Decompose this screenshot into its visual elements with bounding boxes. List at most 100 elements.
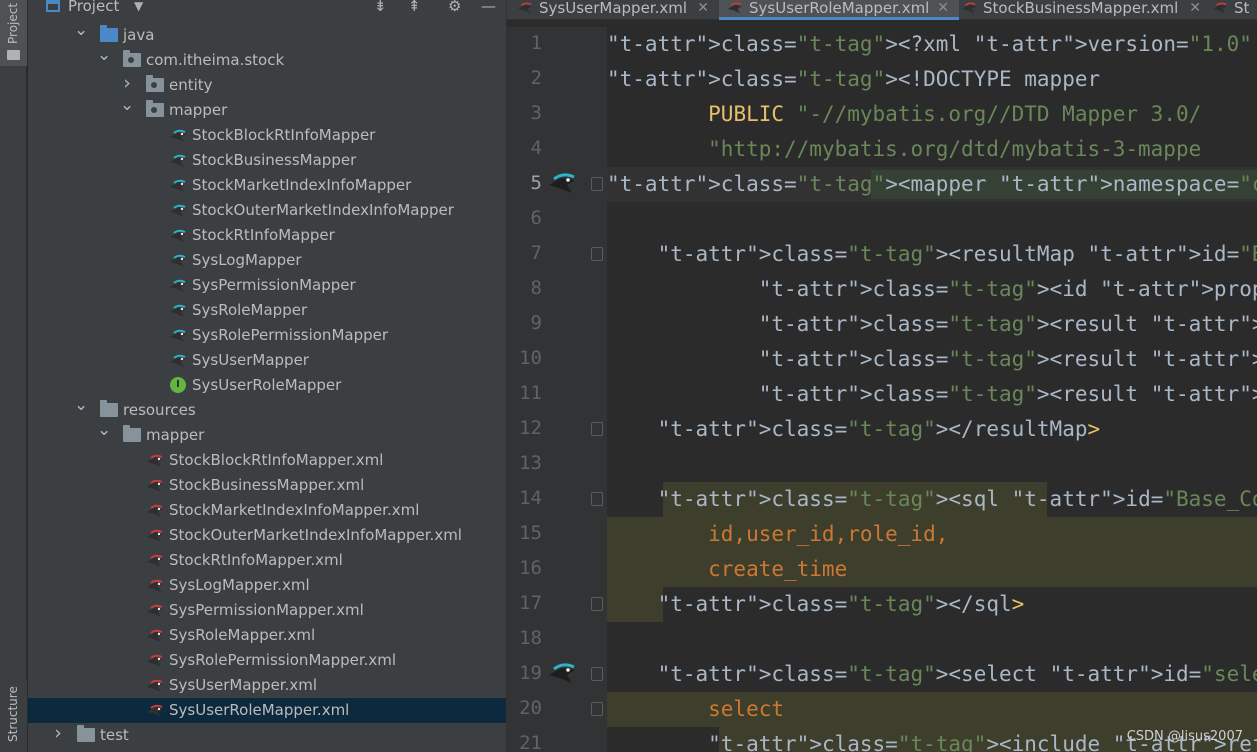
tree-item[interactable]: › entity [28, 72, 506, 98]
tree-item-label: mapper [169, 101, 228, 119]
chevron-down-icon[interactable]: ⌄ [97, 418, 111, 443]
code-line-text: "t-attr">class="t-tag"></resultMap> [657, 417, 1101, 441]
editor-tab-label: St [1234, 0, 1250, 17]
mybatis-xml-icon [146, 527, 164, 543]
close-icon[interactable]: ✕ [1189, 0, 1201, 20]
tree-item-label: SysRoleMapper.xml [169, 626, 316, 644]
tree-item[interactable]: › test [28, 721, 506, 748]
tree-item-label: com.itheima.stock [146, 51, 285, 69]
tree-item[interactable]: SysRoleMapper [28, 298, 506, 323]
fold-marker-icon[interactable] [591, 177, 603, 191]
tree-item[interactable]: StockBusinessMapper.xml [28, 473, 506, 498]
tree-item[interactable]: ⌄ mapper [28, 420, 506, 448]
project-view-selector[interactable]: Project [68, 0, 119, 15]
fold-marker-icon[interactable] [591, 247, 603, 261]
chevron-right-icon[interactable]: › [51, 721, 65, 746]
tree-item[interactable]: StockRtInfoMapper [28, 223, 506, 248]
tree-item[interactable]: StockBusinessMapper [28, 148, 506, 173]
line-number: 12 [519, 417, 542, 439]
code-line: "t-attr">class="t-tag"><resultMap "t-att… [607, 237, 1257, 272]
editor-tab-bar: SysUserMapper.xml ✕ SysUserRoleMapper.xml ✕… [507, 0, 1257, 20]
project-panel: Project ▼ ⇟ ⇞ ⚙ — ⌄ java ⌄ com.itheima.stoc… [28, 0, 506, 752]
collapse-all-icon[interactable]: ⇞ [408, 0, 421, 15]
tree-item-label: SysRolePermissionMapper.xml [169, 651, 397, 669]
editor-tab[interactable]: SysUserMapper.xml ✕ [517, 0, 715, 20]
code-line-text: "t-attr">class="t-tag"><mapper "t-attr">… [607, 172, 1257, 196]
chevron-down-icon[interactable]: ⌄ [74, 393, 88, 418]
tree-item[interactable]: StockMarketIndexInfoMapper [28, 173, 506, 198]
tree-item-label: StockRtInfoMapper [192, 226, 335, 244]
minimize-icon[interactable]: — [481, 0, 496, 15]
tree-item[interactable]: SysLogMapper.xml [28, 573, 506, 598]
tree-item[interactable]: ⌄ com.itheima.stock [28, 45, 506, 73]
tree-item[interactable]: SysRoleMapper.xml [28, 623, 506, 648]
tree-item[interactable]: StockBlockRtInfoMapper.xml [28, 448, 506, 473]
tree-item[interactable]: StockRtInfoMapper.xml [28, 548, 506, 573]
tree-item[interactable]: SysRolePermissionMapper [28, 323, 506, 348]
tree-item-label: StockOuterMarketIndexInfoMapper [192, 201, 454, 219]
project-panel-header: Project ▼ ⇟ ⇞ ⚙ — [28, 0, 506, 17]
mybatis-navigate-icon[interactable] [547, 171, 577, 195]
tree-item-label: SysUserRoleMapper [192, 376, 342, 394]
mybatis-navigate-icon[interactable] [547, 661, 577, 685]
line-number: 15 [519, 522, 542, 544]
structure-tool-tab[interactable]: Structure [0, 680, 27, 752]
line-number: 11 [519, 382, 542, 404]
mybatis-xml-icon [146, 452, 164, 468]
package-icon [146, 75, 164, 92]
tree-item[interactable]: SysPermissionMapper.xml [28, 598, 506, 623]
chevron-down-icon[interactable]: ⌄ [120, 93, 134, 118]
line-number: 18 [519, 627, 542, 649]
editor-tab[interactable]: St [1212, 0, 1257, 20]
code-line: PUBLIC "-//mybatis.org//DTD Mapper 3.0/ [607, 97, 1201, 132]
fold-marker-icon[interactable] [591, 702, 603, 716]
tree-item[interactable]: StockOuterMarketIndexInfoMapper.xml [28, 523, 506, 548]
gear-icon[interactable]: ⚙ [448, 0, 461, 15]
package-dot [151, 82, 157, 88]
tree-item-label: SysUserMapper.xml [169, 676, 318, 694]
tree-item-label: StockBlockRtInfoMapper.xml [169, 451, 384, 469]
mybatis-xml-icon [1212, 0, 1228, 14]
chevron-down-icon[interactable]: ▼ [134, 0, 143, 13]
package-dot [128, 57, 134, 63]
editor-code-area[interactable]: "t-attr">class="t-tag"><?xml "t-attr">ve… [607, 27, 1257, 752]
code-line-text: id,user_id,role_id, [607, 522, 949, 546]
tree-item-label: SysLogMapper [192, 251, 302, 269]
editor-tab[interactable]: StockBusinessMapper.xml ✕ [961, 0, 1207, 20]
code-line-text: "t-attr">class="t-tag"></sql> [657, 592, 1025, 616]
mybatis-xml-icon [146, 677, 164, 693]
editor-tab[interactable]: SysUserRoleMapper.xml ✕ [719, 0, 959, 20]
tree-item[interactable]: SysUserMapper [28, 348, 506, 373]
tree-item-label: StockOuterMarketIndexInfoMapper.xml [169, 526, 462, 544]
fold-marker-icon[interactable] [591, 492, 603, 506]
tree-item-label: java [123, 26, 155, 44]
code-line: "t-attr">class="t-tag"></resultMap> [607, 412, 1101, 447]
fold-marker-icon[interactable] [591, 422, 603, 436]
tree-item[interactable]: I SysUserRoleMapper [28, 373, 506, 398]
fold-marker-icon[interactable] [591, 597, 603, 611]
tree-item[interactable]: SysPermissionMapper [28, 273, 506, 298]
chevron-down-icon[interactable]: ⌄ [74, 18, 88, 43]
tree-item[interactable]: StockMarketIndexInfoMapper.xml [28, 498, 506, 523]
chevron-down-icon[interactable]: ⌄ [97, 43, 111, 68]
line-number: 3 [530, 102, 542, 124]
tree-item[interactable]: StockBlockRtInfoMapper [28, 123, 506, 148]
tree-item[interactable]: SysUserRoleMapper.xml [28, 698, 506, 723]
tree-item[interactable]: ⌄ mapper [28, 95, 506, 123]
tree-item[interactable]: SysUserMapper.xml [28, 673, 506, 698]
editor-tab-label: SysUserRoleMapper.xml [749, 0, 930, 17]
line-number: 17 [519, 592, 542, 614]
close-icon[interactable]: ✕ [697, 0, 709, 20]
project-tool-tab[interactable]: Project [0, 0, 27, 66]
tree-item[interactable]: SysRolePermissionMapper.xml [28, 648, 506, 673]
close-icon[interactable]: ✕ [937, 0, 949, 20]
tool-window-strip: Project Structure [0, 0, 27, 752]
tree-item[interactable]: StockOuterMarketIndexInfoMapper [28, 198, 506, 223]
tree-item-label: mapper [146, 426, 205, 444]
fold-marker-icon[interactable] [591, 667, 603, 681]
mybatis-xml-icon [146, 602, 164, 618]
tree-item[interactable]: SysLogMapper [28, 248, 506, 273]
expand-all-icon[interactable]: ⇟ [374, 0, 387, 15]
tree-item-label: SysPermissionMapper.xml [169, 601, 364, 619]
line-number: 10 [519, 347, 542, 369]
